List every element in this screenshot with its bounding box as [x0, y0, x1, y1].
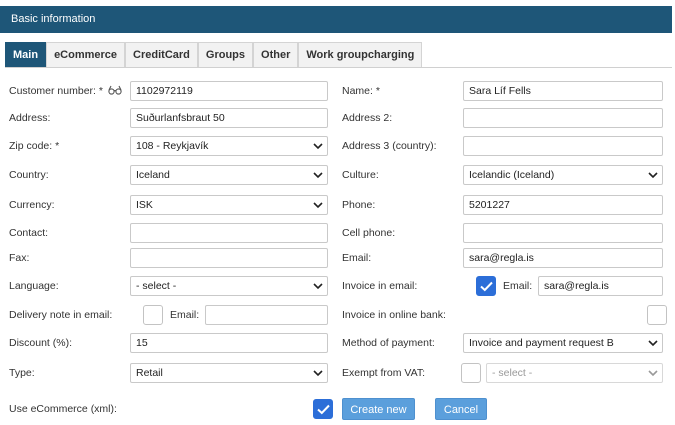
currency-label: Currency: — [9, 199, 55, 211]
contact-input[interactable] — [130, 223, 328, 243]
country-select[interactable]: Iceland — [130, 165, 328, 185]
exempt-vat-select: - select - — [486, 363, 663, 383]
currency-value: ISK — [136, 199, 153, 211]
address3-label: Address 3 (country): — [342, 140, 437, 152]
chevron-down-icon — [648, 340, 658, 347]
tab-groups[interactable]: Groups — [197, 42, 254, 68]
tab-work-groupcharging[interactable]: Work groupcharging — [298, 42, 423, 68]
country-label: Country: — [9, 169, 49, 181]
address-input[interactable]: Suðurlanfsbraut 50 — [130, 108, 328, 128]
method-of-payment-value: Invoice and payment request B — [469, 337, 614, 349]
create-new-button[interactable]: Create new — [342, 398, 415, 420]
invoice-in-email-checkbox[interactable] — [476, 276, 496, 296]
address3-input[interactable] — [463, 136, 663, 156]
customer-number-label: Customer number: * — [9, 85, 103, 97]
contact-label: Contact: — [9, 227, 49, 239]
customer-number-input[interactable]: 1102972119 — [130, 81, 328, 101]
checkmark-icon — [317, 404, 330, 415]
country-value: Iceland — [136, 169, 170, 181]
chevron-down-icon — [313, 370, 323, 377]
address2-input[interactable] — [463, 108, 663, 128]
currency-select[interactable]: ISK — [130, 195, 328, 215]
chevron-down-icon — [313, 202, 323, 209]
language-value: - select - — [136, 280, 177, 292]
zip-code-label: Zip code: * — [9, 140, 60, 152]
phone-input[interactable]: 5201227 — [463, 195, 663, 215]
discount-input[interactable]: 15 — [130, 333, 328, 353]
zip-code-select[interactable]: 108 - Reykjavík — [130, 136, 328, 156]
delivery-note-label: Delivery note in email: — [9, 309, 113, 321]
use-ecommerce-checkbox[interactable] — [313, 399, 333, 419]
method-of-payment-select[interactable]: Invoice and payment request B — [463, 333, 663, 353]
type-value: Retail — [136, 367, 163, 379]
discount-label: Discount (%): — [9, 337, 73, 349]
email-label: Email: — [342, 252, 372, 264]
tab-main[interactable]: Main — [5, 42, 47, 68]
delivery-note-checkbox[interactable] — [143, 305, 163, 325]
zip-code-value: 108 - Reykjavík — [136, 140, 209, 152]
invoice-email-label: Email: — [503, 280, 533, 292]
type-label: Type: — [9, 367, 35, 379]
culture-value: Icelandic (Iceland) — [469, 169, 555, 181]
cell-phone-input[interactable] — [463, 223, 663, 243]
name-input[interactable]: Sara Líf Fells — [463, 81, 663, 101]
culture-label: Culture: — [342, 169, 379, 181]
fax-input[interactable] — [130, 248, 328, 268]
tab-other[interactable]: Other — [253, 42, 299, 68]
chevron-down-icon — [313, 143, 323, 150]
exempt-vat-value: - select - — [492, 367, 533, 379]
invoice-online-bank-checkbox[interactable] — [647, 305, 667, 325]
language-label: Language: — [9, 280, 59, 292]
chevron-down-icon — [313, 172, 323, 179]
chevron-down-icon — [648, 172, 658, 179]
address-label: Address: — [9, 112, 51, 124]
invoice-online-bank-label: Invoice in online bank: — [342, 309, 446, 321]
type-select[interactable]: Retail — [130, 363, 328, 383]
exempt-vat-label: Exempt from VAT: — [342, 367, 426, 379]
tab-bar: Main eCommerce CreditCard Groups Other W… — [5, 42, 423, 68]
checkmark-icon — [480, 281, 493, 292]
address2-label: Address 2: — [342, 112, 393, 124]
section-header: Basic information — [0, 6, 672, 33]
method-of-payment-label: Method of payment: — [342, 337, 435, 349]
invoice-email-input[interactable]: sara@regla.is — [538, 276, 663, 296]
phone-label: Phone: — [342, 199, 376, 211]
fax-label: Fax: — [9, 252, 30, 264]
tab-divider — [5, 67, 672, 68]
use-ecommerce-label: Use eCommerce (xml): — [9, 403, 117, 415]
glasses-icon[interactable] — [108, 85, 122, 95]
delivery-email-label: Email: — [170, 309, 200, 321]
tab-creditcard[interactable]: CreditCard — [125, 42, 198, 68]
language-select[interactable]: - select - — [130, 276, 328, 296]
email-input[interactable]: sara@regla.is — [463, 248, 663, 268]
chevron-down-icon — [313, 283, 323, 290]
section-title: Basic information — [11, 13, 96, 25]
name-label: Name: * — [342, 85, 380, 97]
cell-phone-label: Cell phone: — [342, 227, 396, 239]
exempt-vat-checkbox[interactable] — [461, 363, 481, 383]
delivery-email-input[interactable] — [205, 305, 328, 325]
invoice-in-email-label: Invoice in email: — [342, 280, 418, 292]
chevron-down-icon — [648, 370, 658, 377]
cancel-button[interactable]: Cancel — [435, 398, 487, 420]
culture-select[interactable]: Icelandic (Iceland) — [463, 165, 663, 185]
tab-ecommerce[interactable]: eCommerce — [46, 42, 126, 68]
